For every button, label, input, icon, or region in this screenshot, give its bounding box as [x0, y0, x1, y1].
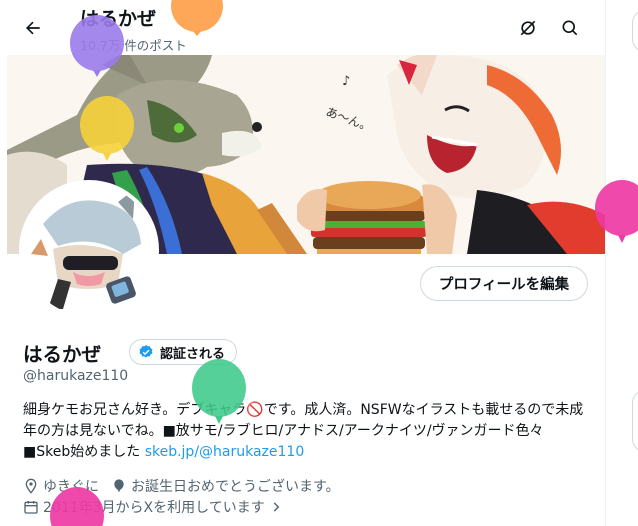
search-icon: [562, 20, 578, 36]
edit-profile-button[interactable]: プロフィールを編集: [420, 266, 588, 301]
balloon-icon: [114, 479, 124, 492]
right-panel-fragment: [632, 390, 638, 452]
birthday-text: お誕生日おめでとうございます。: [131, 479, 340, 495]
back-arrow-icon: [26, 21, 40, 35]
chevron-right-icon: [273, 502, 280, 512]
bio-link[interactable]: skeb.jp/@harukaze110: [145, 444, 305, 460]
balloon-purple: [70, 15, 124, 77]
location-pin-icon: [25, 478, 37, 494]
search-button[interactable]: [553, 11, 587, 45]
right-panel-fragment: [632, 10, 638, 52]
profile-handle: @harukaze110: [23, 368, 129, 384]
burger-illustration: [309, 181, 429, 254]
birthday-item: お誕生日おめでとうございます。: [111, 476, 340, 496]
back-button[interactable]: [16, 11, 50, 45]
balloon-magenta: [50, 487, 104, 526]
balloon-green: [192, 359, 246, 424]
verified-badge-icon: [139, 345, 153, 358]
balloon-yellow: [80, 96, 134, 161]
avatar-image: [23, 184, 155, 316]
hide-button[interactable]: [511, 11, 545, 45]
balloon-pink: [595, 180, 638, 243]
right-panel-edge: [606, 0, 638, 526]
balloon-orange: [171, 0, 223, 36]
hide-icon: [520, 20, 536, 36]
profile-bio: 細身ケモお兄さん好き。デブキャラ🚫です。成人済。NSFWなイラストも載せるので未…: [23, 400, 589, 463]
banner-music-note: ♪: [342, 74, 350, 89]
avatar[interactable]: [19, 180, 159, 320]
profile-name: はるかぜ: [23, 343, 102, 366]
calendar-icon: [24, 501, 38, 514]
